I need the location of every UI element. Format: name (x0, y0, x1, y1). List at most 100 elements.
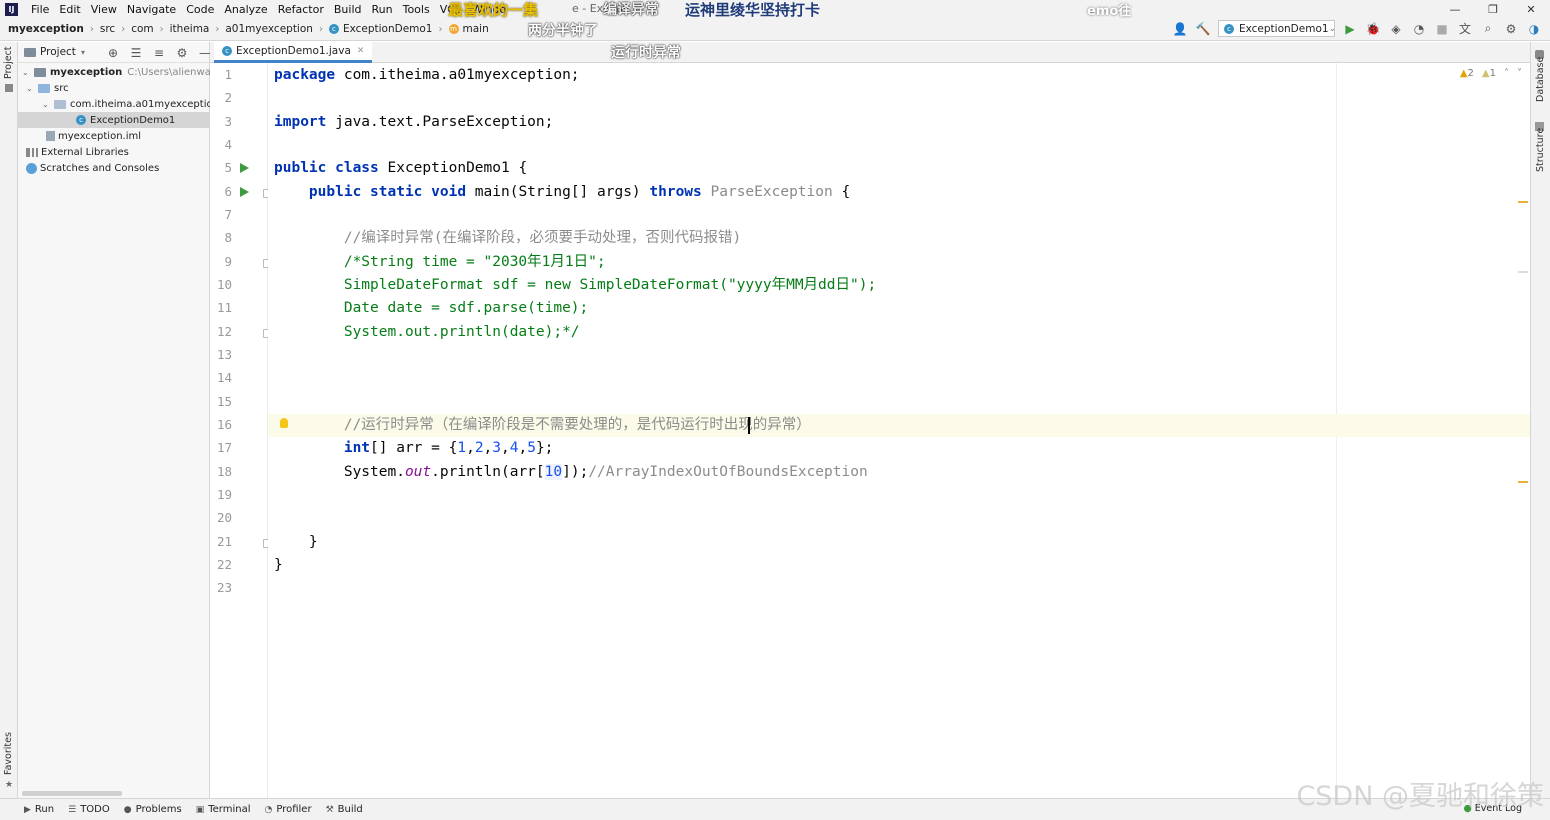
breadcrumb-class-label: ExceptionDemo1 (342, 23, 433, 35)
folder-icon (5, 84, 13, 92)
locate-icon[interactable]: ⊕ (105, 45, 121, 61)
collapse-all-icon[interactable]: ≡ (151, 45, 167, 61)
run-tool-button[interactable]: ▶ Run (24, 804, 54, 815)
tree-src-label: src (54, 82, 69, 94)
database-tool-tab[interactable]: Database (1535, 57, 1546, 102)
warning-stripe-marker[interactable] (1518, 201, 1528, 203)
run-gutter-icon[interactable] (240, 187, 249, 197)
editor-tab-active[interactable]: c ExceptionDemo1.java ✕ (214, 42, 373, 63)
menu-tools[interactable]: Tools (398, 3, 435, 16)
breadcrumb-class[interactable]: c ExceptionDemo1 (328, 23, 433, 35)
stripe-marker[interactable] (1518, 271, 1528, 273)
debug-icon[interactable]: 🐞 (1365, 21, 1381, 37)
breadcrumb-project[interactable]: myexception (8, 23, 84, 35)
number-literal: 5 (527, 440, 536, 456)
breadcrumb-src[interactable]: src (100, 23, 115, 35)
menu-refactor[interactable]: Refactor (273, 3, 329, 16)
run-configuration-select[interactable]: c ExceptionDemo1 ⌄ (1218, 20, 1336, 37)
tree-item-src[interactable]: ⌄ src (26, 80, 69, 96)
structure-tool-tab[interactable]: Structure (1535, 128, 1546, 172)
code-editor[interactable]: ▲2 ▲1 ˄ ˅ package com.itheima.a01myexcep… (268, 63, 1530, 798)
stop-icon[interactable]: ■ (1434, 21, 1450, 37)
line-number: 19 (216, 487, 232, 502)
static-field: out (404, 464, 432, 480)
user-icon[interactable]: 👤 (1172, 21, 1188, 37)
code-line-12: System.out.println(date);*/ (274, 324, 580, 340)
line-number: 13 (216, 347, 232, 362)
terminal-tool-button[interactable]: ▣ Terminal (196, 804, 251, 815)
menu-navigate[interactable]: Navigate (122, 3, 181, 16)
profiler-tool-button[interactable]: ◔ Profiler (264, 804, 311, 815)
menu-view[interactable]: View (86, 3, 122, 16)
inspection-widget[interactable]: ▲2 ▲1 ˄ ˅ (1460, 68, 1522, 79)
line-number: 18 (216, 464, 232, 479)
menu-run[interactable]: Run (367, 3, 398, 16)
run-icon[interactable]: ▶ (1342, 21, 1358, 37)
profiler-tool-label: Profiler (276, 804, 312, 815)
profile-icon[interactable]: ◔ (1411, 21, 1427, 37)
problems-tool-button[interactable]: ● Problems (124, 804, 182, 815)
favorites-tool-tab[interactable]: Favorites (3, 732, 14, 775)
run-gutter-icon[interactable] (240, 163, 249, 173)
breadcrumb-package[interactable]: a01myexception (225, 23, 313, 35)
minimize-button[interactable]: — (1436, 0, 1474, 18)
menu-build[interactable]: Build (329, 3, 367, 16)
number-literal: 1 (457, 440, 467, 456)
todo-tool-button[interactable]: ☰ TODO (68, 804, 110, 815)
breadcrumb-itheima[interactable]: itheima (170, 23, 210, 35)
left-tool-strip: Project Favorites ★ (0, 42, 18, 798)
chevron-down-icon[interactable]: ▾ (81, 48, 85, 57)
keyword: package (274, 67, 336, 83)
search-icon[interactable]: ⌕ (1480, 21, 1496, 37)
libraries-icon (26, 147, 38, 157)
danmaku-text: 两分半钟了 (528, 23, 598, 39)
code-line-1: package com.itheima.a01myexception; (274, 64, 580, 87)
code-text: com.itheima.a01myexception; (335, 67, 580, 83)
menu-analyze[interactable]: Analyze (219, 3, 272, 16)
info-icon: ● (123, 804, 132, 815)
expand-all-icon[interactable]: ☰ (128, 45, 144, 61)
tree-item-class-selected[interactable]: c ExceptionDemo1 (18, 112, 209, 128)
menu-file[interactable]: File (26, 3, 54, 16)
chevron-down-icon[interactable]: ˅ (1517, 68, 1522, 79)
tree-item-external-libraries[interactable]: External Libraries (26, 144, 129, 160)
chevron-up-icon[interactable]: ˄ (1504, 68, 1509, 79)
line-number: 10 (216, 277, 232, 292)
number-literal: 10 (544, 464, 563, 480)
warning-stripe-marker[interactable] (1518, 481, 1528, 483)
toolbar-right: 👤 🔨 c ExceptionDemo1 ⌄ ▶ 🐞 ◈ ◔ ■ 文 ⌕ ⚙ ◑ (1172, 20, 1542, 37)
tree-item-scratches[interactable]: Scratches and Consoles (26, 160, 159, 176)
class-icon: c (222, 46, 232, 56)
line-number: 21 (216, 534, 232, 549)
menu-edit[interactable]: Edit (54, 3, 85, 16)
translate-icon[interactable]: 文 (1457, 21, 1473, 37)
code-line-8: //编译时异常(在编译阶段，必须要手动处理，否则代码报错) (274, 230, 742, 246)
csdn-watermark: CSDN @夏驰和徐策 (1296, 781, 1544, 812)
tree-item-package[interactable]: ⌄ com.itheima.a01myexception (42, 96, 219, 112)
gear-icon[interactable]: ⚙ (1503, 21, 1519, 37)
build-tool-button[interactable]: ⚒ Build (326, 804, 363, 815)
code-text: [] arr = { (370, 440, 458, 456)
danmaku-text: 运神里绫华坚持打卡 (685, 1, 821, 19)
tree-item-project-root[interactable]: ⌄ myexception C:\Users\alienware\Id (22, 64, 234, 80)
tree-item-iml[interactable]: myexception.iml (46, 128, 141, 144)
breadcrumb-method[interactable]: m main (448, 23, 489, 35)
build-hammer-icon[interactable]: 🔨 (1195, 21, 1211, 37)
source-folder-icon (38, 83, 50, 93)
coverage-icon[interactable]: ◈ (1388, 21, 1404, 37)
gear-icon[interactable]: ⚙ (174, 45, 190, 61)
line-number: 22 (216, 557, 232, 572)
close-button[interactable]: ✕ (1512, 0, 1550, 18)
breadcrumb-com[interactable]: com (131, 23, 153, 35)
project-tool-tab[interactable]: Project (3, 46, 14, 79)
code-line-5: public class ExceptionDemo1 { (274, 157, 527, 180)
project-view-label[interactable]: Project (40, 46, 76, 58)
close-icon[interactable]: ✕ (357, 46, 365, 56)
menu-code[interactable]: Code (181, 3, 219, 16)
plugin-icon[interactable]: ◑ (1526, 21, 1542, 37)
restore-button[interactable]: ❐ (1474, 0, 1512, 18)
horizontal-scrollbar[interactable] (22, 791, 122, 796)
editor-gutter: 1 2 3 4 5 6 7 8 9 10 11 12 13 14 15 16 1… (210, 63, 272, 798)
project-panel: Project ▾ ⊕ ☰ ≡ ⚙ — ⌄ myexception C:\Use… (18, 42, 234, 798)
code-text: { (832, 184, 851, 200)
